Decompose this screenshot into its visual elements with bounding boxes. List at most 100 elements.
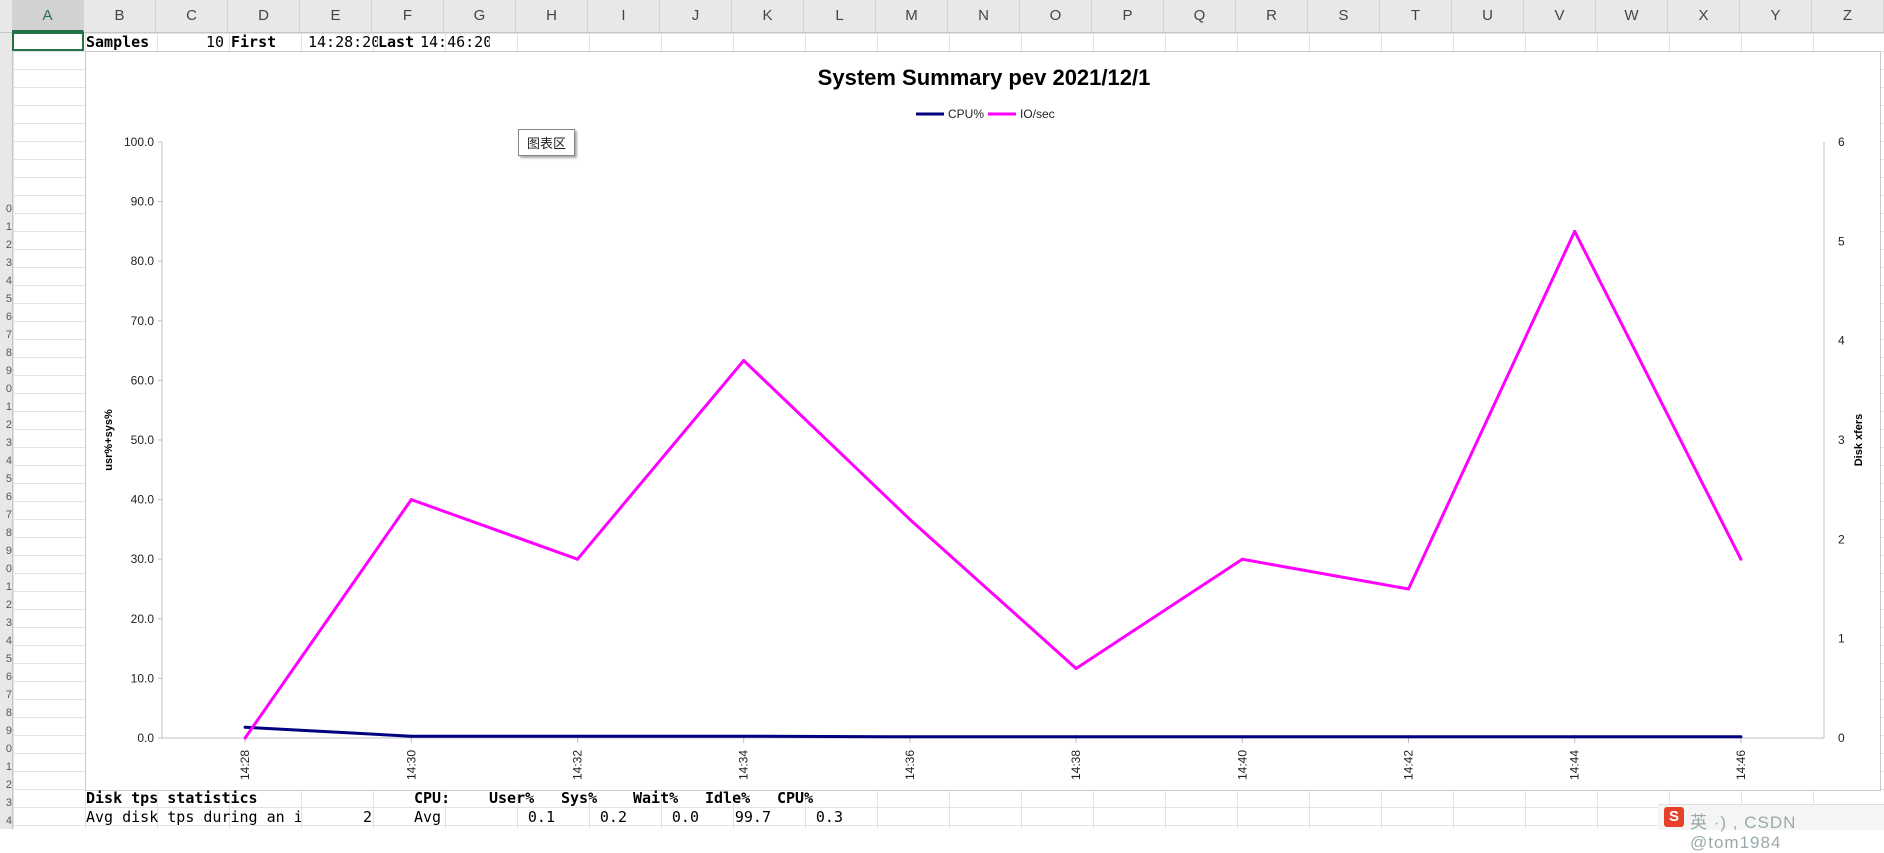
column-header-y[interactable]: Y bbox=[1740, 0, 1812, 32]
column-header-b[interactable]: B bbox=[84, 0, 156, 32]
y-axis-title: usr%+sys% bbox=[103, 409, 115, 471]
column-header-w[interactable]: W bbox=[1596, 0, 1668, 32]
sogou-logo-icon[interactable]: S bbox=[1664, 807, 1684, 827]
data-point[interactable] bbox=[1407, 735, 1410, 739]
row-header[interactable]: 9 bbox=[0, 725, 12, 737]
data-point[interactable] bbox=[243, 725, 247, 729]
data-point[interactable] bbox=[1739, 557, 1743, 561]
row-header[interactable]: 0 bbox=[0, 203, 12, 215]
column-header-t[interactable]: T bbox=[1380, 0, 1452, 32]
row-header[interactable]: 6 bbox=[0, 671, 12, 683]
data-point[interactable] bbox=[742, 359, 746, 363]
column-header-c[interactable]: C bbox=[156, 0, 228, 32]
row-header[interactable]: 3 bbox=[0, 617, 12, 629]
x-ticks: 14:28 14:30 14:32 14:34 14:36 14:38 14:40 14:42… bbox=[238, 738, 1748, 780]
data-point[interactable] bbox=[409, 498, 413, 502]
row-header[interactable]: 4 bbox=[0, 275, 12, 287]
row-header[interactable]: 3 bbox=[0, 797, 12, 809]
data-point[interactable] bbox=[908, 735, 912, 739]
row-header[interactable]: 5 bbox=[0, 293, 12, 305]
column-header-e[interactable]: E bbox=[300, 0, 372, 32]
column-header-m[interactable]: M bbox=[876, 0, 948, 32]
row-header[interactable]: 2 bbox=[0, 419, 12, 431]
row-header[interactable]: 1 bbox=[0, 401, 12, 413]
column-header-j[interactable]: J bbox=[660, 0, 732, 32]
row-header[interactable]: 4 bbox=[0, 635, 12, 647]
row-header[interactable]: 1 bbox=[0, 581, 12, 593]
row-header[interactable]: 7 bbox=[0, 689, 12, 701]
row-header[interactable]: 8 bbox=[0, 707, 12, 719]
data-point[interactable] bbox=[1240, 557, 1244, 561]
data-point[interactable] bbox=[1573, 735, 1577, 739]
data-point[interactable] bbox=[1739, 735, 1743, 739]
y-tick-label: 70.0 bbox=[131, 314, 155, 328]
column-header-g[interactable]: G bbox=[444, 0, 516, 32]
chart-series[interactable] bbox=[243, 229, 1743, 740]
data-point[interactable] bbox=[1407, 587, 1410, 591]
data-point[interactable] bbox=[1074, 666, 1078, 670]
row-header[interactable]: 2 bbox=[0, 239, 12, 251]
data-point[interactable] bbox=[576, 557, 579, 561]
series-line-io-sec[interactable] bbox=[243, 229, 1743, 739]
row-header[interactable]: 0 bbox=[0, 743, 12, 755]
row-header[interactable]: 4 bbox=[0, 455, 12, 467]
data-point[interactable] bbox=[908, 517, 912, 521]
row-header[interactable]: 7 bbox=[0, 509, 12, 521]
column-header-s[interactable]: S bbox=[1308, 0, 1380, 32]
column-header-k[interactable]: K bbox=[732, 0, 804, 32]
column-header-u[interactable]: U bbox=[1452, 0, 1524, 32]
row-header[interactable]: 8 bbox=[0, 347, 12, 359]
column-header-o[interactable]: O bbox=[1020, 0, 1092, 32]
data-point[interactable] bbox=[1240, 735, 1244, 739]
column-header-a[interactable]: A bbox=[12, 0, 84, 32]
data-point[interactable] bbox=[742, 734, 746, 738]
data-point[interactable] bbox=[409, 734, 413, 738]
row-header[interactable]: 1 bbox=[0, 761, 12, 773]
column-header-h[interactable]: H bbox=[516, 0, 588, 32]
series-line-cpu[interactable] bbox=[245, 725, 1741, 739]
data-point[interactable] bbox=[1573, 229, 1577, 233]
row-header[interactable]: 1 bbox=[0, 221, 12, 233]
row-header[interactable]: 5 bbox=[0, 473, 12, 485]
row-header[interactable]: 6 bbox=[0, 311, 12, 323]
x-tick-label: 14:30 bbox=[404, 750, 418, 780]
row-header[interactable]: 4 bbox=[0, 815, 12, 827]
cpu-label: CPU: bbox=[414, 789, 451, 807]
column-header-r[interactable]: R bbox=[1236, 0, 1308, 32]
y-ticks-left: 0.0 10.0 20.0 30.0 40.0 50.0 60.0 70.0 80.0 90.0 1… bbox=[124, 135, 162, 745]
column-header-x[interactable]: X bbox=[1668, 0, 1740, 32]
row-header[interactable]: 9 bbox=[0, 545, 12, 557]
y-tick-label: 20.0 bbox=[131, 612, 155, 626]
selected-cell-a1[interactable] bbox=[12, 32, 84, 51]
column-header-i[interactable]: I bbox=[588, 0, 660, 32]
row-header[interactable]: 0 bbox=[0, 383, 12, 395]
row-header[interactable]: 3 bbox=[0, 257, 12, 269]
row-header[interactable]: 2 bbox=[0, 599, 12, 611]
column-header-v[interactable]: V bbox=[1524, 0, 1596, 32]
column-header-f[interactable]: F bbox=[372, 0, 444, 32]
sys-pct-value: 0.2 bbox=[599, 808, 627, 826]
row-header[interactable]: 8 bbox=[0, 527, 12, 539]
row-header[interactable]: 5 bbox=[0, 653, 12, 665]
legend-label: CPU% bbox=[948, 107, 984, 121]
column-header-z[interactable]: Z bbox=[1812, 0, 1884, 32]
column-header-n[interactable]: N bbox=[948, 0, 1020, 32]
row-header[interactable]: 6 bbox=[0, 491, 12, 503]
column-header-bar: ABCDEFGHIJKLMNOPQRSTUVWXYZ bbox=[0, 0, 1884, 33]
column-header-p[interactable]: P bbox=[1092, 0, 1164, 32]
chart-area[interactable]: System Summary pev 2021/12/1 CPU% IO/sec … bbox=[85, 51, 1881, 791]
data-point[interactable] bbox=[576, 734, 579, 738]
y-tick-label: 90.0 bbox=[131, 195, 155, 209]
ime-toolbar[interactable]: S 英 ·) , CSDN @tom1984 bbox=[1658, 804, 1884, 852]
data-point[interactable] bbox=[1074, 735, 1078, 739]
row-header[interactable]: 2 bbox=[0, 779, 12, 791]
column-header-q[interactable]: Q bbox=[1164, 0, 1236, 32]
row-header[interactable]: 9 bbox=[0, 365, 12, 377]
column-header-d[interactable]: D bbox=[228, 0, 300, 32]
chart-legend[interactable]: CPU% IO/sec bbox=[916, 107, 1055, 121]
data-point[interactable] bbox=[243, 736, 247, 740]
row-header[interactable]: 3 bbox=[0, 437, 12, 449]
row-header[interactable]: 7 bbox=[0, 329, 12, 341]
column-header-l[interactable]: L bbox=[804, 0, 876, 32]
row-header[interactable]: 0 bbox=[0, 563, 12, 575]
